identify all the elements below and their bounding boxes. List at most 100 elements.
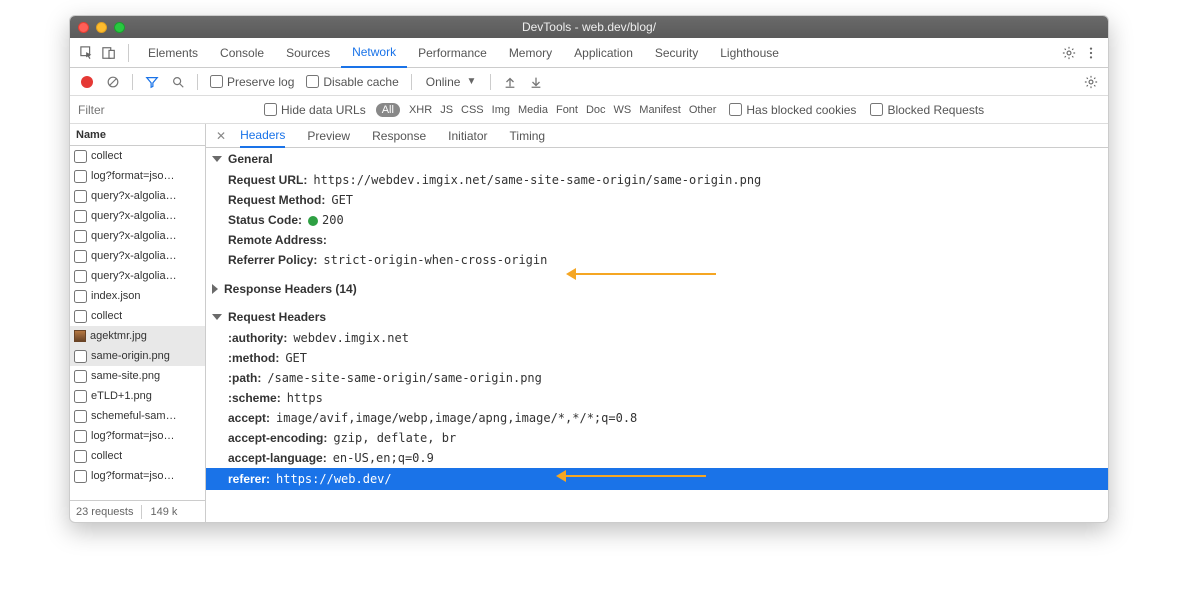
filter-type-all[interactable]: All: [376, 103, 400, 117]
preserve-log-checkbox[interactable]: Preserve log: [206, 75, 298, 89]
filter-type-img[interactable]: Img: [489, 104, 513, 116]
header-key: :scheme:: [228, 391, 281, 405]
request-headers-section-header[interactable]: Request Headers: [206, 306, 1108, 328]
filter-type-xhr[interactable]: XHR: [406, 104, 435, 116]
disclosure-triangle-icon: [212, 284, 218, 294]
filter-type-media[interactable]: Media: [515, 104, 551, 116]
top-tab-sources[interactable]: Sources: [275, 38, 341, 68]
record-button[interactable]: [76, 76, 98, 88]
details-panel: ✕ HeadersPreviewResponseInitiatorTiming …: [206, 124, 1108, 522]
hide-data-urls-checkbox[interactable]: Hide data URLs: [260, 103, 370, 117]
filter-type-css[interactable]: CSS: [458, 104, 487, 116]
device-toolbar-icon[interactable]: [98, 42, 120, 64]
has-blocked-cookies-checkbox[interactable]: Has blocked cookies: [725, 103, 860, 117]
general-section-header[interactable]: General: [206, 148, 1108, 170]
network-settings-gear-icon[interactable]: [1080, 75, 1102, 89]
request-name: agektmr.jpg: [90, 330, 147, 342]
top-tab-elements[interactable]: Elements: [137, 38, 209, 68]
request-row[interactable]: query?x-algolia…: [70, 266, 205, 286]
import-har-icon[interactable]: [499, 75, 521, 89]
request-header-row: :scheme:https: [206, 388, 1108, 408]
request-row[interactable]: same-origin.png: [70, 346, 205, 366]
response-headers-section-header[interactable]: Response Headers (14): [206, 278, 1108, 300]
inspect-element-icon[interactable]: [76, 42, 98, 64]
request-row[interactable]: eTLD+1.png: [70, 386, 205, 406]
request-row-checkbox[interactable]: [74, 450, 87, 463]
top-tab-console[interactable]: Console: [209, 38, 275, 68]
name-column-header[interactable]: Name: [70, 124, 205, 146]
filter-row: Hide data URLs All XHRJSCSSImgMediaFontD…: [70, 96, 1108, 124]
request-row-checkbox[interactable]: [74, 230, 87, 243]
request-row[interactable]: same-site.png: [70, 366, 205, 386]
filter-type-js[interactable]: JS: [437, 104, 456, 116]
request-url-key: Request URL:: [228, 173, 307, 187]
request-row[interactable]: index.json: [70, 286, 205, 306]
referer-header-row: referer: https://web.dev/: [206, 468, 1108, 490]
filter-input[interactable]: [70, 100, 254, 120]
request-row[interactable]: query?x-algolia…: [70, 246, 205, 266]
close-details-icon[interactable]: ✕: [216, 129, 226, 143]
request-row-checkbox[interactable]: [74, 410, 87, 423]
request-row-checkbox[interactable]: [74, 470, 87, 483]
request-row[interactable]: log?format=jso…: [70, 166, 205, 186]
request-row[interactable]: agektmr.jpg: [70, 326, 205, 346]
filter-icon[interactable]: [141, 75, 163, 89]
request-row[interactable]: query?x-algolia…: [70, 226, 205, 246]
kebab-menu-icon[interactable]: [1080, 42, 1102, 64]
request-row-checkbox[interactable]: [74, 170, 87, 183]
top-tab-security[interactable]: Security: [644, 38, 709, 68]
referrer-policy-key: Referrer Policy:: [228, 253, 317, 267]
details-tab-preview[interactable]: Preview: [307, 124, 350, 148]
export-har-icon[interactable]: [525, 75, 547, 89]
request-row-checkbox[interactable]: [74, 350, 87, 363]
referer-value: https://web.dev/: [276, 472, 392, 486]
top-tab-network[interactable]: Network: [341, 38, 407, 68]
details-tab-response[interactable]: Response: [372, 124, 426, 148]
request-row[interactable]: collect: [70, 146, 205, 166]
filter-type-doc[interactable]: Doc: [583, 104, 609, 116]
clear-icon[interactable]: [102, 75, 124, 89]
request-url-value: https://webdev.imgix.net/same-site-same-…: [313, 173, 761, 187]
top-tab-memory[interactable]: Memory: [498, 38, 563, 68]
request-row-checkbox[interactable]: [74, 310, 87, 323]
disclosure-triangle-icon: [212, 156, 222, 162]
status-dot-icon: [308, 216, 318, 226]
request-row[interactable]: query?x-algolia…: [70, 186, 205, 206]
request-row-checkbox[interactable]: [74, 190, 87, 203]
request-headers-title: Request Headers: [228, 310, 326, 324]
filter-type-other[interactable]: Other: [686, 104, 720, 116]
request-row-checkbox[interactable]: [74, 430, 87, 443]
request-row[interactable]: log?format=jso…: [70, 466, 205, 486]
header-value: GET: [285, 351, 307, 365]
request-row[interactable]: query?x-algolia…: [70, 206, 205, 226]
details-tab-timing[interactable]: Timing: [510, 124, 546, 148]
request-row[interactable]: schemeful-sam…: [70, 406, 205, 426]
filter-type-manifest[interactable]: Manifest: [636, 104, 684, 116]
top-tab-application[interactable]: Application: [563, 38, 644, 68]
request-row-checkbox[interactable]: [74, 390, 87, 403]
request-row-checkbox[interactable]: [74, 370, 87, 383]
details-tab-initiator[interactable]: Initiator: [448, 124, 487, 148]
request-header-row: accept-encoding:gzip, deflate, br: [206, 428, 1108, 448]
throttling-select[interactable]: Online ▼: [420, 75, 483, 89]
disable-cache-checkbox[interactable]: Disable cache: [302, 75, 402, 89]
request-row-checkbox[interactable]: [74, 270, 87, 283]
request-row[interactable]: collect: [70, 446, 205, 466]
request-row[interactable]: log?format=jso…: [70, 426, 205, 446]
blocked-requests-checkbox[interactable]: Blocked Requests: [866, 103, 988, 117]
details-tab-headers[interactable]: Headers: [240, 124, 285, 148]
request-row-checkbox[interactable]: [74, 290, 87, 303]
top-tab-lighthouse[interactable]: Lighthouse: [709, 38, 790, 68]
referrer-policy-value: strict-origin-when-cross-origin: [323, 253, 547, 267]
request-name: collect: [91, 310, 122, 322]
request-name: same-site.png: [91, 370, 160, 382]
filter-type-font[interactable]: Font: [553, 104, 581, 116]
request-row-checkbox[interactable]: [74, 210, 87, 223]
request-row-checkbox[interactable]: [74, 150, 87, 163]
top-tab-performance[interactable]: Performance: [407, 38, 498, 68]
settings-gear-icon[interactable]: [1058, 42, 1080, 64]
request-row-checkbox[interactable]: [74, 250, 87, 263]
request-row[interactable]: collect: [70, 306, 205, 326]
search-icon[interactable]: [167, 75, 189, 89]
filter-type-ws[interactable]: WS: [611, 104, 635, 116]
